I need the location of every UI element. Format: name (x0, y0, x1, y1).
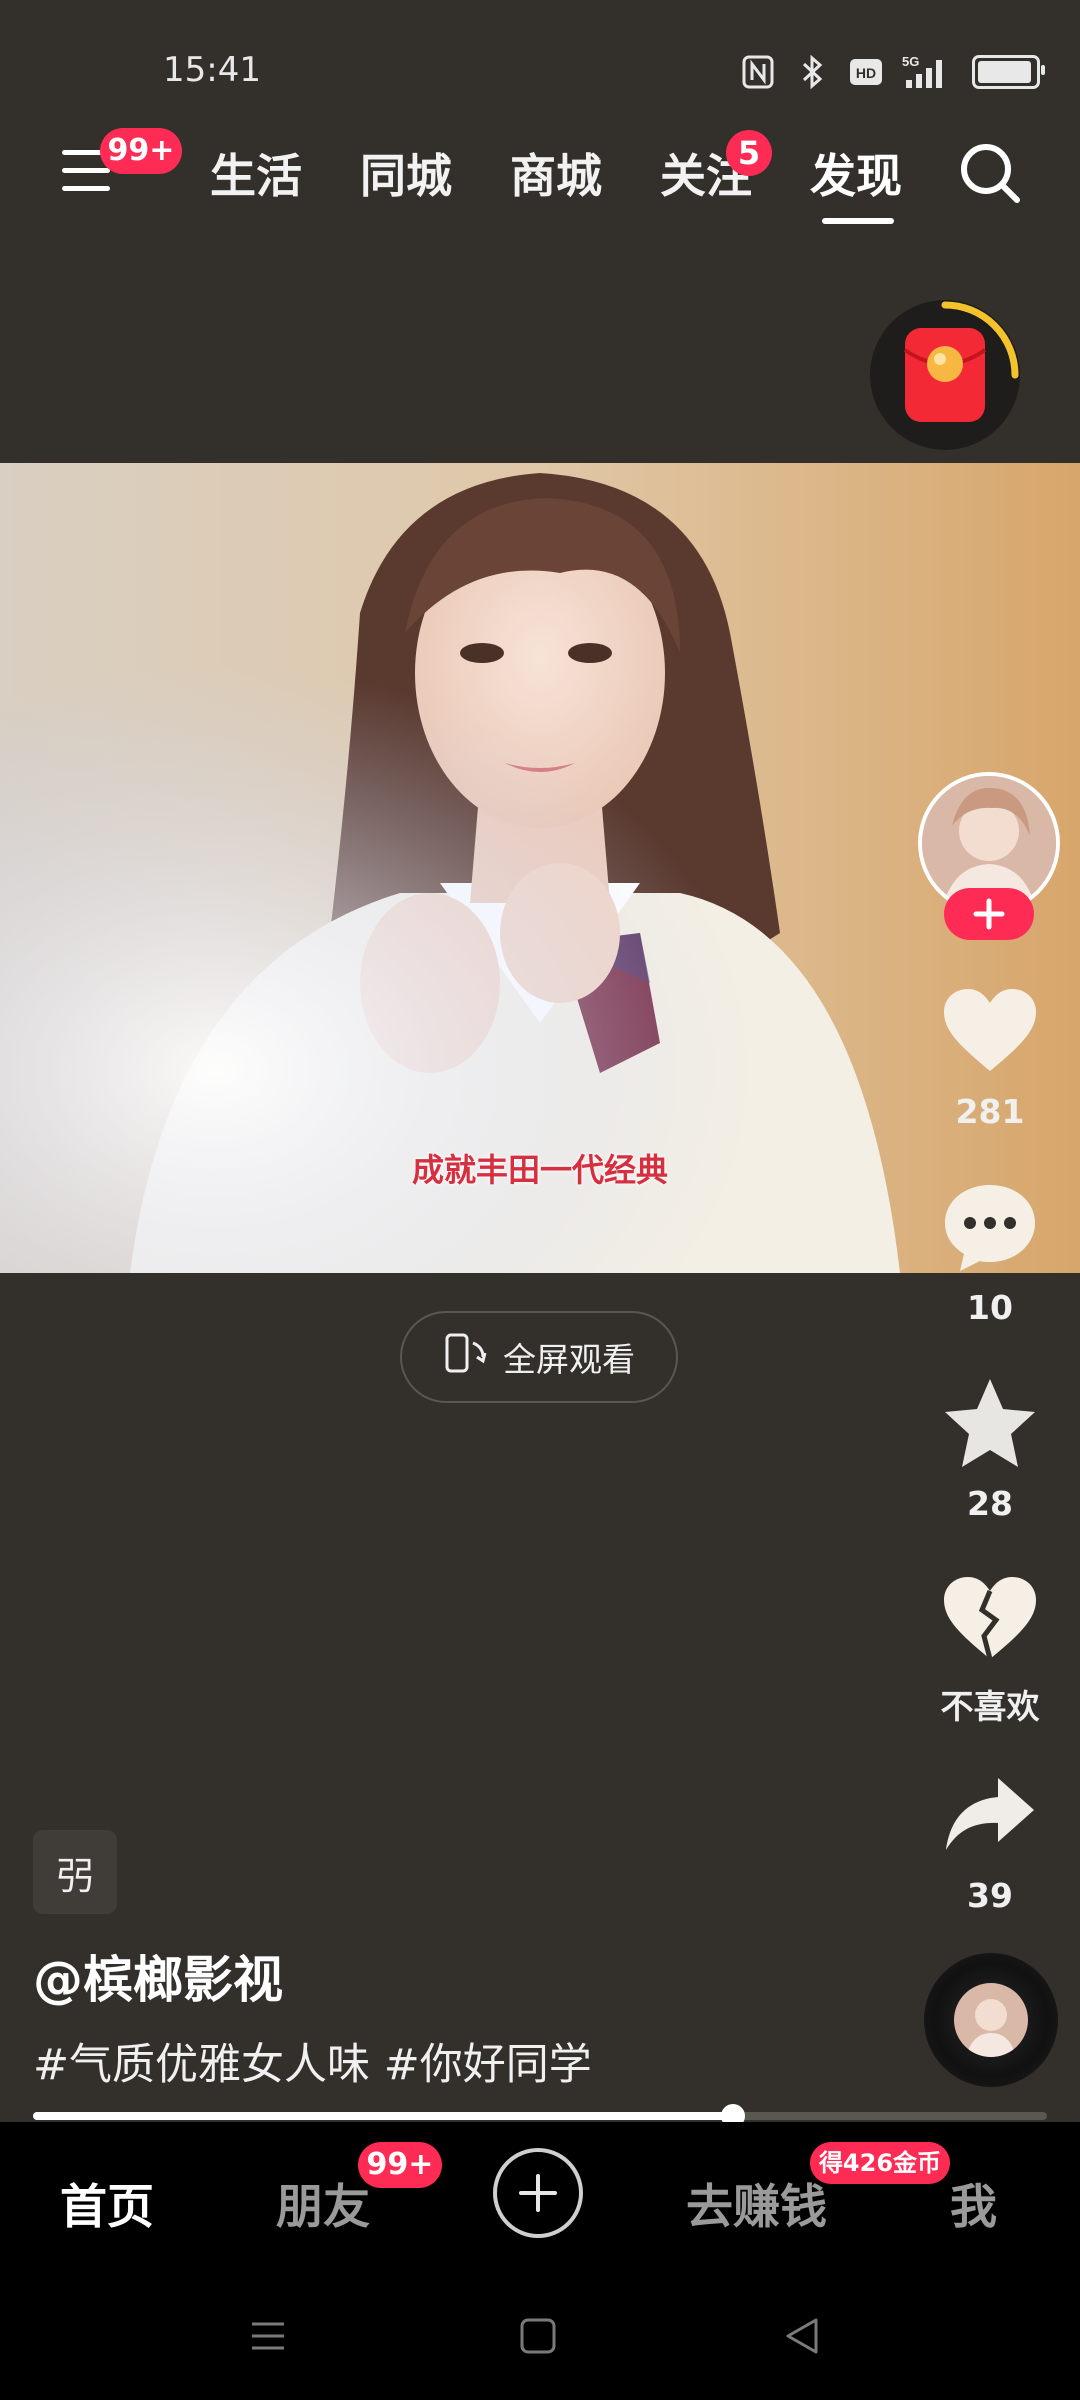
svg-text:5G: 5G (902, 54, 919, 69)
favorite-button[interactable] (930, 1368, 1050, 1478)
active-tab-indicator (822, 218, 894, 224)
hd-icon: HD (848, 54, 884, 90)
post-tag-chip[interactable]: 弜 (33, 1830, 117, 1914)
system-nav-bar (0, 2272, 1080, 2400)
follow-author-button[interactable] (944, 888, 1034, 940)
share-button[interactable] (930, 1760, 1050, 1870)
nav-home[interactable]: 首页 (60, 2168, 154, 2237)
menu-icon-line (62, 168, 110, 173)
create-post-button[interactable] (493, 2148, 583, 2238)
fullscreen-label: 全屏观看 (503, 1340, 635, 1379)
nav-earn[interactable]: 去赚钱 (686, 2168, 827, 2237)
favorite-count: 28 (967, 1484, 1013, 1523)
recents-menu-icon[interactable] (248, 2316, 288, 2356)
nav-friends[interactable]: 朋友 (276, 2168, 370, 2237)
share-count: 39 (967, 1876, 1013, 1915)
comment-count: 10 (967, 1288, 1013, 1327)
battery-icon (972, 55, 1045, 89)
music-cover-image (954, 1983, 1028, 2057)
tab-mall[interactable]: 商城 (510, 140, 602, 206)
menu-badge: 99+ (100, 128, 182, 174)
plus-icon (973, 898, 1005, 930)
comment-button[interactable] (930, 1172, 1050, 1282)
back-triangle-icon[interactable] (782, 2316, 822, 2356)
like-count: 281 (955, 1092, 1025, 1131)
battery-level (978, 61, 1031, 83)
nfc-icon (740, 54, 776, 90)
plus-icon (519, 2174, 557, 2212)
dislike-label: 不喜欢 (940, 1687, 1040, 1726)
playback-progress-fill (33, 2112, 733, 2120)
comment-icon (945, 1185, 1035, 1271)
tab-same-city[interactable]: 同城 (360, 140, 452, 206)
star-icon (945, 1379, 1035, 1467)
tab-discover[interactable]: 发现 (810, 140, 902, 206)
earn-coins-badge: 得426金币 (810, 2142, 950, 2184)
status-icons: HD 5G (740, 50, 1045, 94)
svg-text:HD: HD (856, 65, 876, 81)
following-badge: 5 (726, 130, 772, 176)
share-arrow-icon (946, 1778, 1034, 1850)
rotate-phone-icon (443, 1333, 487, 1381)
fullscreen-button[interactable]: 全屏观看 (400, 1311, 678, 1403)
nav-me[interactable]: 我 (950, 2168, 997, 2237)
home-square-icon[interactable] (518, 2316, 558, 2356)
heart-icon (944, 989, 1036, 1071)
red-packet-reward-button[interactable] (870, 300, 1020, 450)
broken-heart-icon (944, 1577, 1036, 1660)
tab-life[interactable]: 生活 (210, 140, 302, 206)
author-name[interactable]: @槟榔影视 (33, 1940, 283, 2012)
video-subtitle: 成就丰田一代经典 (411, 1151, 668, 1189)
search-icon[interactable] (955, 138, 1025, 208)
5g-signal-icon: 5G (902, 54, 954, 90)
dislike-button[interactable] (930, 1564, 1050, 1674)
menu-icon-line (62, 186, 110, 191)
post-caption[interactable]: #气质优雅女人味 #你好同学 (33, 2030, 592, 2092)
bluetooth-icon (794, 54, 830, 90)
status-time: 15:41 (163, 50, 261, 90)
friends-badge: 99+ (358, 2142, 442, 2188)
like-button[interactable] (930, 976, 1050, 1086)
